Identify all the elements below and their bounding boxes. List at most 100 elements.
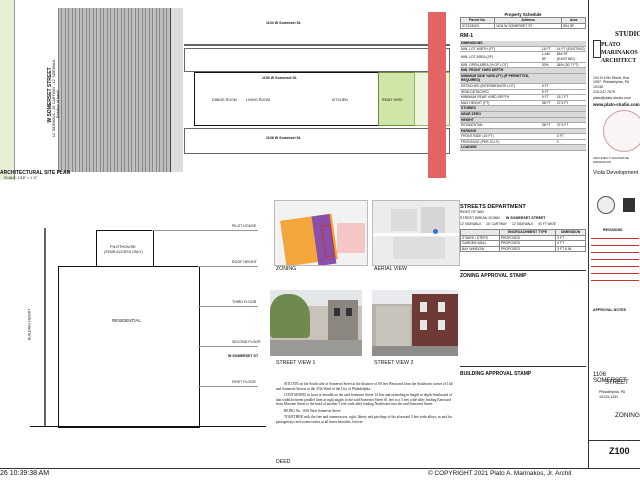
room-rear-yard: REAR YARD [382, 98, 403, 102]
aerial-view-label: AERIAL VIEW [374, 266, 407, 272]
deed-paragraph: BEING No. 1106 West Somerset Street [284, 408, 341, 413]
window [420, 302, 427, 312]
timestamp: 26 10:39:38 AM [0, 470, 50, 477]
cell: 1106 W SOMERSET ST [493, 22, 563, 30]
trees [270, 294, 310, 338]
revisions-title: REVISIONS [603, 228, 623, 232]
sheet-title: ZONING [615, 412, 640, 419]
top-lot-label: 1104 W Somerset St. [266, 21, 302, 25]
title-block: STUDIO PLATO MARINAKOS ARCHITECT 104 N 1… [588, 0, 640, 470]
street-view-2-photo [372, 290, 458, 356]
street-breakdown-label: STREET BREAK-DOWN [460, 216, 500, 220]
project-address-2: STREET [605, 380, 629, 386]
cell [540, 73, 556, 84]
project-city: Philadelphia, PA [599, 390, 626, 394]
dimension-line [184, 44, 450, 46]
lot-outline-bottom [184, 128, 450, 154]
firm-name-3: ARCHITECT [601, 58, 637, 64]
bottom-lot-label: 1108 W Somerset St. [266, 136, 302, 140]
street-ground [372, 346, 458, 356]
window [438, 320, 445, 330]
rowhouse-left [376, 306, 410, 346]
zoning-approval-stamp: ZONING APPROVAL STAMP [460, 270, 586, 361]
building-stamp-label: BUILDING APPROVAL STAMP [460, 371, 532, 377]
table-row: MINIMUM SIDE YARD (FT) (IF PERMITTED, RE… [460, 73, 586, 84]
zoning-district-pink [337, 223, 365, 253]
street-hatch [58, 8, 170, 172]
level-line-pilot [152, 230, 258, 231]
firm-website[interactable]: www.plato-studio.com [593, 102, 640, 107]
streets-department: STREETS DEPARTMENT RIGHT OF WAY STREET B… [460, 204, 586, 253]
building-height-label: BUILDING HEIGHT [27, 308, 32, 340]
rowhouse-brick [412, 294, 458, 346]
aerial-road [373, 233, 459, 236]
zoning-stamp-label: ZONING APPROVAL STAMP [460, 273, 527, 279]
street-view-1-photo [270, 290, 362, 356]
elevation-drawing: BUILDING HEIGHT PILOTHOUSE (STAIR ACCESS… [0, 222, 268, 458]
encroachment-table: ENCROACHMENT TYPE DIMENSION STAIRS / STE… [460, 229, 586, 253]
street-ground [270, 340, 362, 356]
zoning-map [274, 200, 368, 266]
room-dining: DINING ROOM [212, 98, 237, 102]
section: 12' SIDEWALK [511, 222, 534, 226]
level-line-first [198, 386, 258, 387]
cell: 3 FT 8 IN [555, 245, 586, 253]
zoning-requirements-table: DIMENSIONS MIN. LOT WIDTH (FT) 16 FT 14 FT … [460, 41, 586, 152]
client-name: Viola Development [593, 170, 639, 176]
property-schedule-table: Parcel No. Address Area 372133000 1106 W… [460, 17, 586, 30]
cell: MINIMUM SIDE YARD (FT) (IF PERMITTED, RE… [460, 73, 541, 84]
section: 12' SIDEWALK [460, 222, 482, 226]
building-approval-stamp: BUILDING APPROVAL STAMP [460, 366, 586, 467]
firm-name-1: PLATO [601, 42, 621, 48]
residential-label: RESIDENTIAL [112, 318, 141, 323]
zoning-district: RM-1 [460, 33, 474, 40]
direction-of-travel: Direction of travel [55, 90, 60, 119]
sheet-number: Z100 [609, 446, 630, 456]
cell: PROPOSED [498, 245, 557, 253]
phila-seal-icon [597, 196, 615, 214]
level-first: FIRST FLOOR [232, 380, 256, 384]
room-kitchen: KITCHEN [332, 98, 348, 102]
cell: LOADING [460, 144, 541, 152]
aia-badge-icon [623, 198, 635, 212]
cell: 854 SF [561, 22, 586, 30]
deed-paragraph: TOGETHER with the free and common use, r… [276, 415, 453, 424]
cell: 372133000 [460, 22, 495, 30]
section: 50 FT WIDE [538, 222, 556, 226]
pilothouse-sub: (STAIR ACCESS ONLY) [104, 250, 143, 254]
window [420, 320, 427, 330]
site-plan: 1104 W Somerset St. W SOMERSET STREET 12… [14, 6, 454, 176]
red-marker [428, 12, 446, 178]
window [334, 308, 340, 316]
street-breakdown-value: W SOMERSET STREET [505, 216, 546, 220]
footer-bar: 26 10:39:38 AM © COPYRIGHT 2021 Plato A.… [0, 468, 640, 481]
level-pilot: PILOT HOUSE [232, 224, 257, 228]
level-roof: ROOF HEIGHT [232, 260, 257, 264]
architect-seal [603, 110, 640, 152]
aerial-block-3 [393, 237, 445, 259]
level-second: SECOND FLOOR [232, 340, 261, 344]
property-schedule: Property Schedule Parcel No. Address Are… [460, 12, 586, 152]
level-line-third [198, 306, 258, 307]
cell [540, 144, 556, 152]
table-row: BAY WINDOW PROPOSED 3 FT 8 IN [460, 245, 586, 253]
deed-paragraph: CONTAINING in front or breadth on the sa… [276, 393, 453, 406]
location-pin-icon [433, 229, 438, 234]
table-row: LOADING [460, 144, 586, 152]
window [346, 308, 352, 316]
aerial-block-1 [391, 209, 417, 231]
firm-name-2: MARINAKOS [601, 50, 638, 56]
copyright: © COPYRIGHT 2021 Plato A. Marinakos, Jr.… [428, 470, 572, 477]
cell: BAY WINDOW [460, 245, 500, 253]
zoning-map-label: ZONING [276, 266, 297, 272]
site-plan-scale: SCALE: 1/16" = 1'-0" [4, 176, 38, 180]
table-row: MIN. LOT AREA (SF) 1,440 SF 854 SF (EXISTI… [460, 51, 586, 63]
cell [555, 144, 586, 152]
level-line-roof [198, 266, 258, 267]
left-margin-strip [0, 0, 15, 180]
cell [555, 73, 586, 84]
rowhouse [328, 300, 358, 340]
mid-lot-label: 1106 W Somerset St. [262, 76, 298, 80]
firm-address: 104 N 10th Street, Box 1057, Philadelphi… [593, 76, 630, 89]
project-zip: 19133-1431 [599, 395, 619, 399]
